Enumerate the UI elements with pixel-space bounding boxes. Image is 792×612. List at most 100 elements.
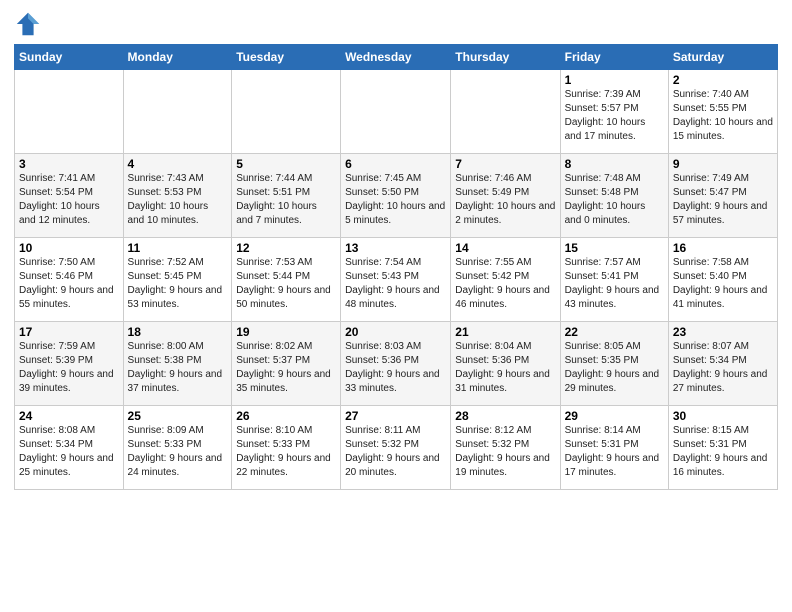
calendar-cell <box>232 70 341 154</box>
day-info: Sunrise: 8:15 AM Sunset: 5:31 PM Dayligh… <box>673 424 773 480</box>
calendar-cell: 25Sunrise: 8:09 AM Sunset: 5:33 PM Dayli… <box>123 406 232 490</box>
day-info: Sunrise: 8:10 AM Sunset: 5:33 PM Dayligh… <box>236 424 336 480</box>
logo <box>14 10 46 38</box>
day-number: 22 <box>565 325 664 339</box>
calendar-week-row: 24Sunrise: 8:08 AM Sunset: 5:34 PM Dayli… <box>15 406 778 490</box>
calendar-cell <box>15 70 124 154</box>
calendar-cell: 10Sunrise: 7:50 AM Sunset: 5:46 PM Dayli… <box>15 238 124 322</box>
day-number: 28 <box>455 409 555 423</box>
day-number: 9 <box>673 157 773 171</box>
day-number: 25 <box>128 409 228 423</box>
calendar-cell: 11Sunrise: 7:52 AM Sunset: 5:45 PM Dayli… <box>123 238 232 322</box>
day-number: 21 <box>455 325 555 339</box>
calendar-cell: 4Sunrise: 7:43 AM Sunset: 5:53 PM Daylig… <box>123 154 232 238</box>
day-info: Sunrise: 7:58 AM Sunset: 5:40 PM Dayligh… <box>673 256 773 312</box>
day-number: 2 <box>673 73 773 87</box>
day-number: 3 <box>19 157 119 171</box>
day-info: Sunrise: 8:05 AM Sunset: 5:35 PM Dayligh… <box>565 340 664 396</box>
day-info: Sunrise: 8:14 AM Sunset: 5:31 PM Dayligh… <box>565 424 664 480</box>
day-info: Sunrise: 7:54 AM Sunset: 5:43 PM Dayligh… <box>345 256 446 312</box>
day-number: 16 <box>673 241 773 255</box>
weekday-header: Thursday <box>451 45 560 70</box>
day-number: 29 <box>565 409 664 423</box>
day-number: 19 <box>236 325 336 339</box>
calendar-cell: 15Sunrise: 7:57 AM Sunset: 5:41 PM Dayli… <box>560 238 668 322</box>
calendar-cell: 3Sunrise: 7:41 AM Sunset: 5:54 PM Daylig… <box>15 154 124 238</box>
page: SundayMondayTuesdayWednesdayThursdayFrid… <box>0 0 792 612</box>
day-info: Sunrise: 8:11 AM Sunset: 5:32 PM Dayligh… <box>345 424 446 480</box>
calendar-cell: 2Sunrise: 7:40 AM Sunset: 5:55 PM Daylig… <box>668 70 777 154</box>
day-number: 1 <box>565 73 664 87</box>
day-number: 18 <box>128 325 228 339</box>
calendar-cell: 14Sunrise: 7:55 AM Sunset: 5:42 PM Dayli… <box>451 238 560 322</box>
day-number: 30 <box>673 409 773 423</box>
calendar-cell <box>341 70 451 154</box>
calendar-cell: 5Sunrise: 7:44 AM Sunset: 5:51 PM Daylig… <box>232 154 341 238</box>
weekday-header: Tuesday <box>232 45 341 70</box>
day-number: 14 <box>455 241 555 255</box>
calendar-cell: 20Sunrise: 8:03 AM Sunset: 5:36 PM Dayli… <box>341 322 451 406</box>
calendar-cell: 8Sunrise: 7:48 AM Sunset: 5:48 PM Daylig… <box>560 154 668 238</box>
day-info: Sunrise: 8:04 AM Sunset: 5:36 PM Dayligh… <box>455 340 555 396</box>
day-number: 24 <box>19 409 119 423</box>
day-info: Sunrise: 7:41 AM Sunset: 5:54 PM Dayligh… <box>19 172 119 228</box>
calendar-cell: 12Sunrise: 7:53 AM Sunset: 5:44 PM Dayli… <box>232 238 341 322</box>
logo-icon <box>14 10 42 38</box>
day-info: Sunrise: 8:07 AM Sunset: 5:34 PM Dayligh… <box>673 340 773 396</box>
calendar-cell: 30Sunrise: 8:15 AM Sunset: 5:31 PM Dayli… <box>668 406 777 490</box>
day-info: Sunrise: 7:48 AM Sunset: 5:48 PM Dayligh… <box>565 172 664 228</box>
day-info: Sunrise: 7:43 AM Sunset: 5:53 PM Dayligh… <box>128 172 228 228</box>
day-info: Sunrise: 8:08 AM Sunset: 5:34 PM Dayligh… <box>19 424 119 480</box>
calendar-cell: 13Sunrise: 7:54 AM Sunset: 5:43 PM Dayli… <box>341 238 451 322</box>
day-number: 15 <box>565 241 664 255</box>
calendar: SundayMondayTuesdayWednesdayThursdayFrid… <box>14 44 778 490</box>
day-number: 27 <box>345 409 446 423</box>
day-info: Sunrise: 7:52 AM Sunset: 5:45 PM Dayligh… <box>128 256 228 312</box>
day-info: Sunrise: 7:53 AM Sunset: 5:44 PM Dayligh… <box>236 256 336 312</box>
day-number: 26 <box>236 409 336 423</box>
calendar-cell: 16Sunrise: 7:58 AM Sunset: 5:40 PM Dayli… <box>668 238 777 322</box>
calendar-cell <box>451 70 560 154</box>
calendar-week-row: 10Sunrise: 7:50 AM Sunset: 5:46 PM Dayli… <box>15 238 778 322</box>
calendar-cell: 26Sunrise: 8:10 AM Sunset: 5:33 PM Dayli… <box>232 406 341 490</box>
day-info: Sunrise: 8:03 AM Sunset: 5:36 PM Dayligh… <box>345 340 446 396</box>
calendar-week-row: 3Sunrise: 7:41 AM Sunset: 5:54 PM Daylig… <box>15 154 778 238</box>
day-number: 23 <box>673 325 773 339</box>
calendar-cell: 7Sunrise: 7:46 AM Sunset: 5:49 PM Daylig… <box>451 154 560 238</box>
weekday-header: Monday <box>123 45 232 70</box>
day-number: 17 <box>19 325 119 339</box>
calendar-cell: 17Sunrise: 7:59 AM Sunset: 5:39 PM Dayli… <box>15 322 124 406</box>
weekday-header: Sunday <box>15 45 124 70</box>
day-info: Sunrise: 7:57 AM Sunset: 5:41 PM Dayligh… <box>565 256 664 312</box>
day-info: Sunrise: 8:12 AM Sunset: 5:32 PM Dayligh… <box>455 424 555 480</box>
calendar-cell: 19Sunrise: 8:02 AM Sunset: 5:37 PM Dayli… <box>232 322 341 406</box>
day-number: 5 <box>236 157 336 171</box>
calendar-cell: 28Sunrise: 8:12 AM Sunset: 5:32 PM Dayli… <box>451 406 560 490</box>
header <box>14 10 778 38</box>
day-number: 10 <box>19 241 119 255</box>
calendar-cell: 24Sunrise: 8:08 AM Sunset: 5:34 PM Dayli… <box>15 406 124 490</box>
calendar-cell: 29Sunrise: 8:14 AM Sunset: 5:31 PM Dayli… <box>560 406 668 490</box>
day-number: 4 <box>128 157 228 171</box>
day-number: 12 <box>236 241 336 255</box>
day-number: 20 <box>345 325 446 339</box>
day-info: Sunrise: 7:55 AM Sunset: 5:42 PM Dayligh… <box>455 256 555 312</box>
calendar-cell: 22Sunrise: 8:05 AM Sunset: 5:35 PM Dayli… <box>560 322 668 406</box>
weekday-header: Saturday <box>668 45 777 70</box>
day-number: 7 <box>455 157 555 171</box>
day-number: 6 <box>345 157 446 171</box>
day-info: Sunrise: 7:39 AM Sunset: 5:57 PM Dayligh… <box>565 88 664 144</box>
day-info: Sunrise: 7:44 AM Sunset: 5:51 PM Dayligh… <box>236 172 336 228</box>
day-number: 13 <box>345 241 446 255</box>
calendar-cell <box>123 70 232 154</box>
day-info: Sunrise: 7:45 AM Sunset: 5:50 PM Dayligh… <box>345 172 446 228</box>
weekday-header: Wednesday <box>341 45 451 70</box>
weekday-header: Friday <box>560 45 668 70</box>
day-info: Sunrise: 7:59 AM Sunset: 5:39 PM Dayligh… <box>19 340 119 396</box>
calendar-cell: 6Sunrise: 7:45 AM Sunset: 5:50 PM Daylig… <box>341 154 451 238</box>
calendar-cell: 21Sunrise: 8:04 AM Sunset: 5:36 PM Dayli… <box>451 322 560 406</box>
day-info: Sunrise: 8:09 AM Sunset: 5:33 PM Dayligh… <box>128 424 228 480</box>
day-info: Sunrise: 8:00 AM Sunset: 5:38 PM Dayligh… <box>128 340 228 396</box>
calendar-cell: 1Sunrise: 7:39 AM Sunset: 5:57 PM Daylig… <box>560 70 668 154</box>
calendar-week-row: 1Sunrise: 7:39 AM Sunset: 5:57 PM Daylig… <box>15 70 778 154</box>
